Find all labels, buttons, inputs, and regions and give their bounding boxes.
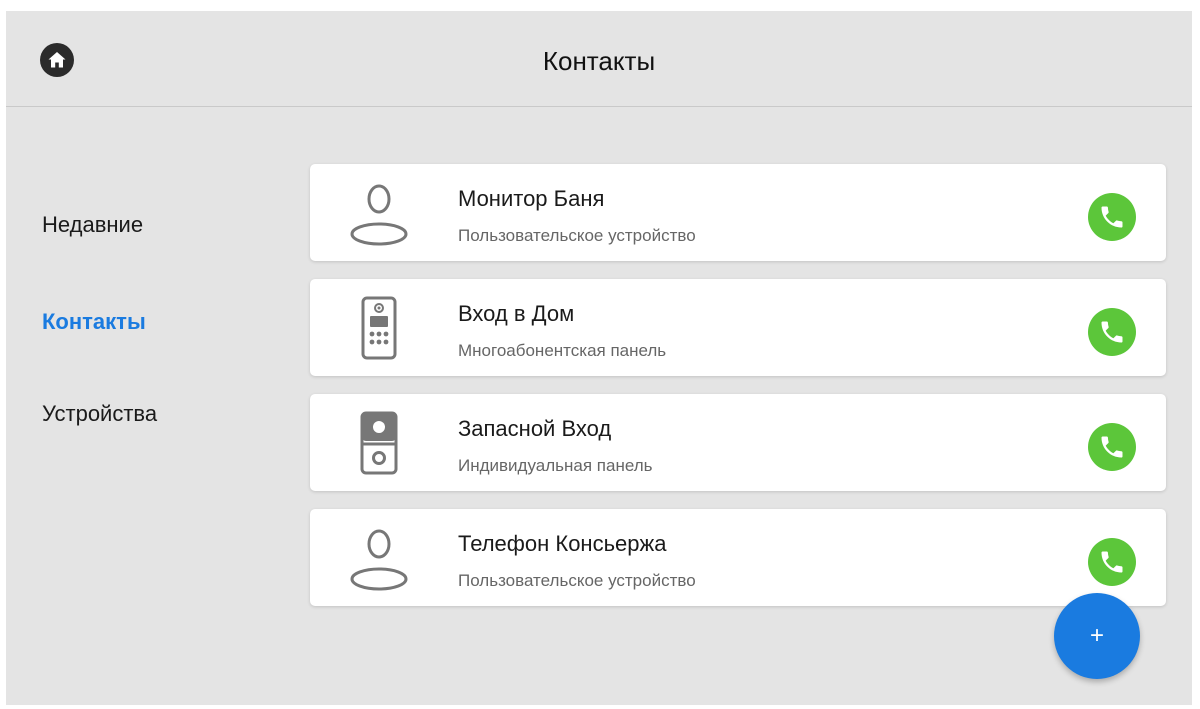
contact-type: Многоабонентская панель [458,341,667,360]
multi-apartment-panel-icon [346,295,412,361]
phone-icon [1101,321,1123,343]
nav-item-contacts[interactable]: Контакты [42,309,146,335]
contact-card[interactable]: Запасной Вход Индивидуальная панель [310,394,1166,491]
contact-card[interactable]: Вход в Дом Многоабонентская панель [310,279,1166,376]
contact-name: Телефон Консьержа [458,531,667,556]
contact-type: Индивидуальная панель [458,456,653,475]
nav-item-recent[interactable]: Недавние [42,212,143,238]
contact-name: Вход в Дом [458,301,575,326]
call-button[interactable] [1088,538,1136,586]
call-button[interactable] [1088,308,1136,356]
contact-type: Пользовательское устройство [458,571,696,590]
contact-name: Монитор Баня [458,186,605,211]
contact-card[interactable]: Монитор Баня Пользовательское устройство [310,164,1166,261]
phone-icon [1101,551,1123,573]
user-icon [346,180,412,246]
header-bar: Контакты [6,11,1192,107]
add-contact-button[interactable]: + [1054,593,1140,679]
call-button[interactable] [1088,423,1136,471]
phone-icon [1101,436,1123,458]
nav-item-devices[interactable]: Устройства [42,401,157,427]
screen: Контакты Недавние Контакты Устройства Мо… [6,11,1192,705]
individual-panel-icon [346,410,412,476]
user-icon [346,525,412,591]
phone-icon [1101,206,1123,228]
contact-name: Запасной Вход [458,416,612,441]
call-button[interactable] [1088,193,1136,241]
contact-card[interactable]: Телефон Консьержа Пользовательское устро… [310,509,1166,606]
contact-type: Пользовательское устройство [458,226,696,245]
plus-icon: + [1089,622,1104,649]
page-title: Контакты [542,46,656,76]
